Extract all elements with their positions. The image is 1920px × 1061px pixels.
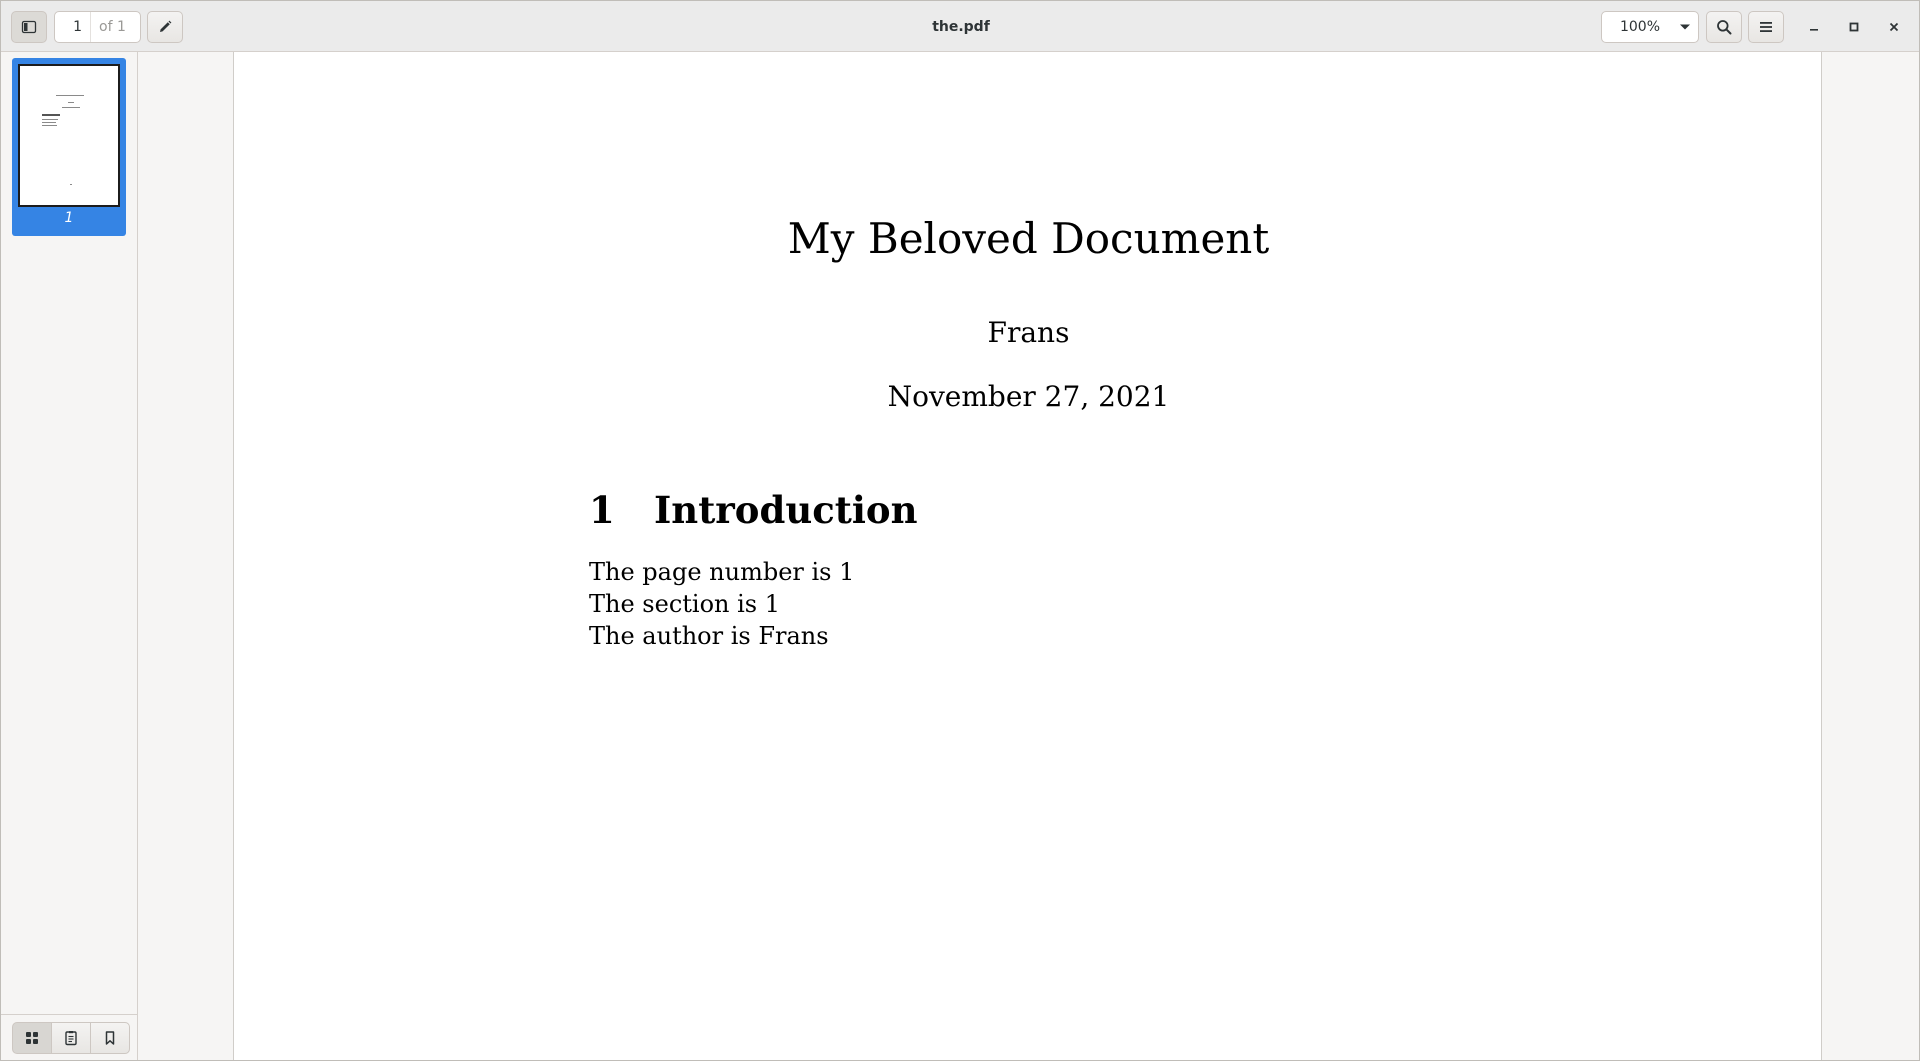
minimize-icon: [1810, 29, 1818, 31]
tab-bookmarks[interactable]: [90, 1022, 130, 1054]
body-line: The page number is 1: [589, 558, 855, 586]
chevron-down-icon[interactable]: [1672, 21, 1698, 33]
section-number: 1: [589, 488, 615, 532]
thumbnail-preview: [18, 64, 120, 207]
sidebar: 1: [1, 52, 138, 1060]
annotate-button[interactable]: [147, 11, 183, 43]
body-line: The author is Frans: [589, 622, 829, 650]
close-icon: [1889, 22, 1899, 32]
sidebar-view-switcher: [1, 1014, 137, 1060]
pencil-icon: [160, 20, 172, 32]
document-date: November 27, 2021: [887, 380, 1170, 413]
tab-thumbnails[interactable]: [12, 1022, 52, 1054]
window-title: the.pdf: [932, 18, 990, 35]
document-title: My Beloved Document: [787, 214, 1270, 263]
minimize-button[interactable]: [1802, 15, 1826, 39]
sidebar-toggle-icon: [21, 20, 37, 34]
hamburger-menu-icon: [1760, 22, 1772, 32]
current-page-input[interactable]: 1: [55, 12, 91, 42]
page-number-entry[interactable]: 1 of 1: [54, 11, 141, 43]
body-line: The section is 1: [589, 590, 781, 618]
pdf-viewer-window: 1 of 1 the.pdf 100% 1 My Beloved Documen…: [0, 0, 1920, 1061]
page-thumbnail[interactable]: 1: [12, 58, 126, 236]
close-button[interactable]: [1882, 15, 1906, 39]
pdf-page: My Beloved Document Frans November 27, 2…: [233, 52, 1822, 1060]
section-title: Introduction: [654, 488, 918, 532]
zoom-level: 100%: [1619, 19, 1661, 35]
thumbnail-label: 1: [64, 210, 74, 226]
tab-outline[interactable]: [51, 1022, 91, 1054]
document-outline-icon: [65, 1031, 77, 1046]
main-menu-button[interactable]: [1748, 11, 1784, 43]
search-icon: [1717, 20, 1732, 35]
document-author: Frans: [987, 316, 1070, 349]
zoom-selector[interactable]: 100%: [1601, 11, 1699, 43]
header-bar: 1 of 1 the.pdf 100%: [1, 1, 1919, 52]
maximize-button[interactable]: [1842, 15, 1866, 39]
search-button[interactable]: [1706, 11, 1742, 43]
sidebar-toggle-button[interactable]: [11, 11, 47, 43]
total-pages-label: of 1: [99, 19, 126, 35]
bookmark-icon: [105, 1031, 115, 1045]
maximize-icon: [1849, 22, 1859, 32]
section-heading: 1 Introduction: [589, 488, 918, 532]
section-body: The page number is 1 The section is 1 Th…: [589, 556, 854, 652]
document-view[interactable]: My Beloved Document Frans November 27, 2…: [138, 52, 1919, 1060]
grid-icon: [26, 1032, 38, 1044]
